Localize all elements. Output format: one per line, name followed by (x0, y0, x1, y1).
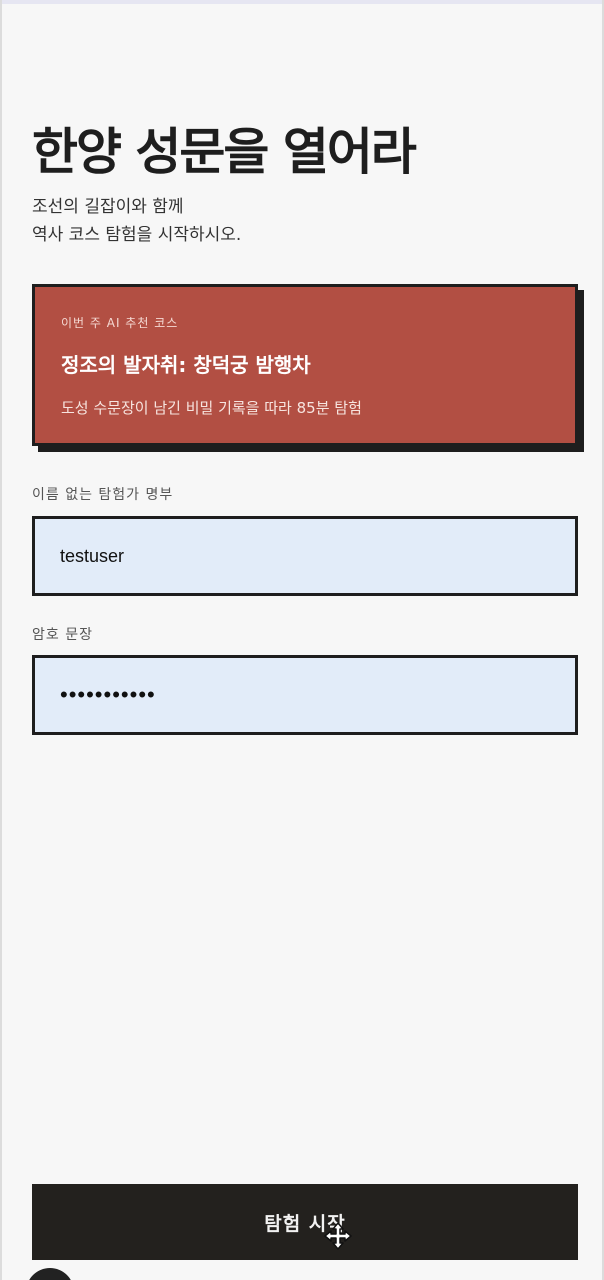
username-field[interactable] (32, 516, 578, 596)
move-cursor-icon (324, 1222, 352, 1250)
page-subtitle: 조선의 길잡이와 함께 역사 코스 탐험을 시작하시오. (32, 193, 241, 249)
recommendation-eyebrow: 이번 주 AI 추천 코스 (61, 316, 179, 330)
page-title: 한양 성문을 열어라 (32, 123, 417, 181)
corner-shape (26, 1268, 74, 1280)
username-label: 이름 없는 탐험가 명부 (32, 487, 174, 503)
status-strip (2, 0, 602, 4)
subtitle-line-1: 조선의 길잡이와 함께 (32, 197, 184, 217)
subtitle-line-2: 역사 코스 탐험을 시작하시오. (32, 225, 242, 245)
recommended-course-card[interactable]: 이번 주 AI 추천 코스 정조의 발자취: 창덕궁 밤행차 도성 수문장이 남… (32, 284, 578, 446)
password-field[interactable] (32, 655, 578, 735)
recommendation-title: 정조의 발자취: 창덕궁 밤행차 (61, 353, 311, 377)
login-screen: 한양 성문을 열어라 조선의 길잡이와 함께 역사 코스 탐험을 시작하시오. … (0, 0, 604, 1280)
recommendation-description: 도성 수문장이 남긴 비밀 기록을 따라 85분 탐험 (61, 399, 362, 417)
start-exploration-button[interactable]: 탐험 시작 (32, 1184, 578, 1260)
password-label: 암호 문장 (32, 627, 93, 643)
